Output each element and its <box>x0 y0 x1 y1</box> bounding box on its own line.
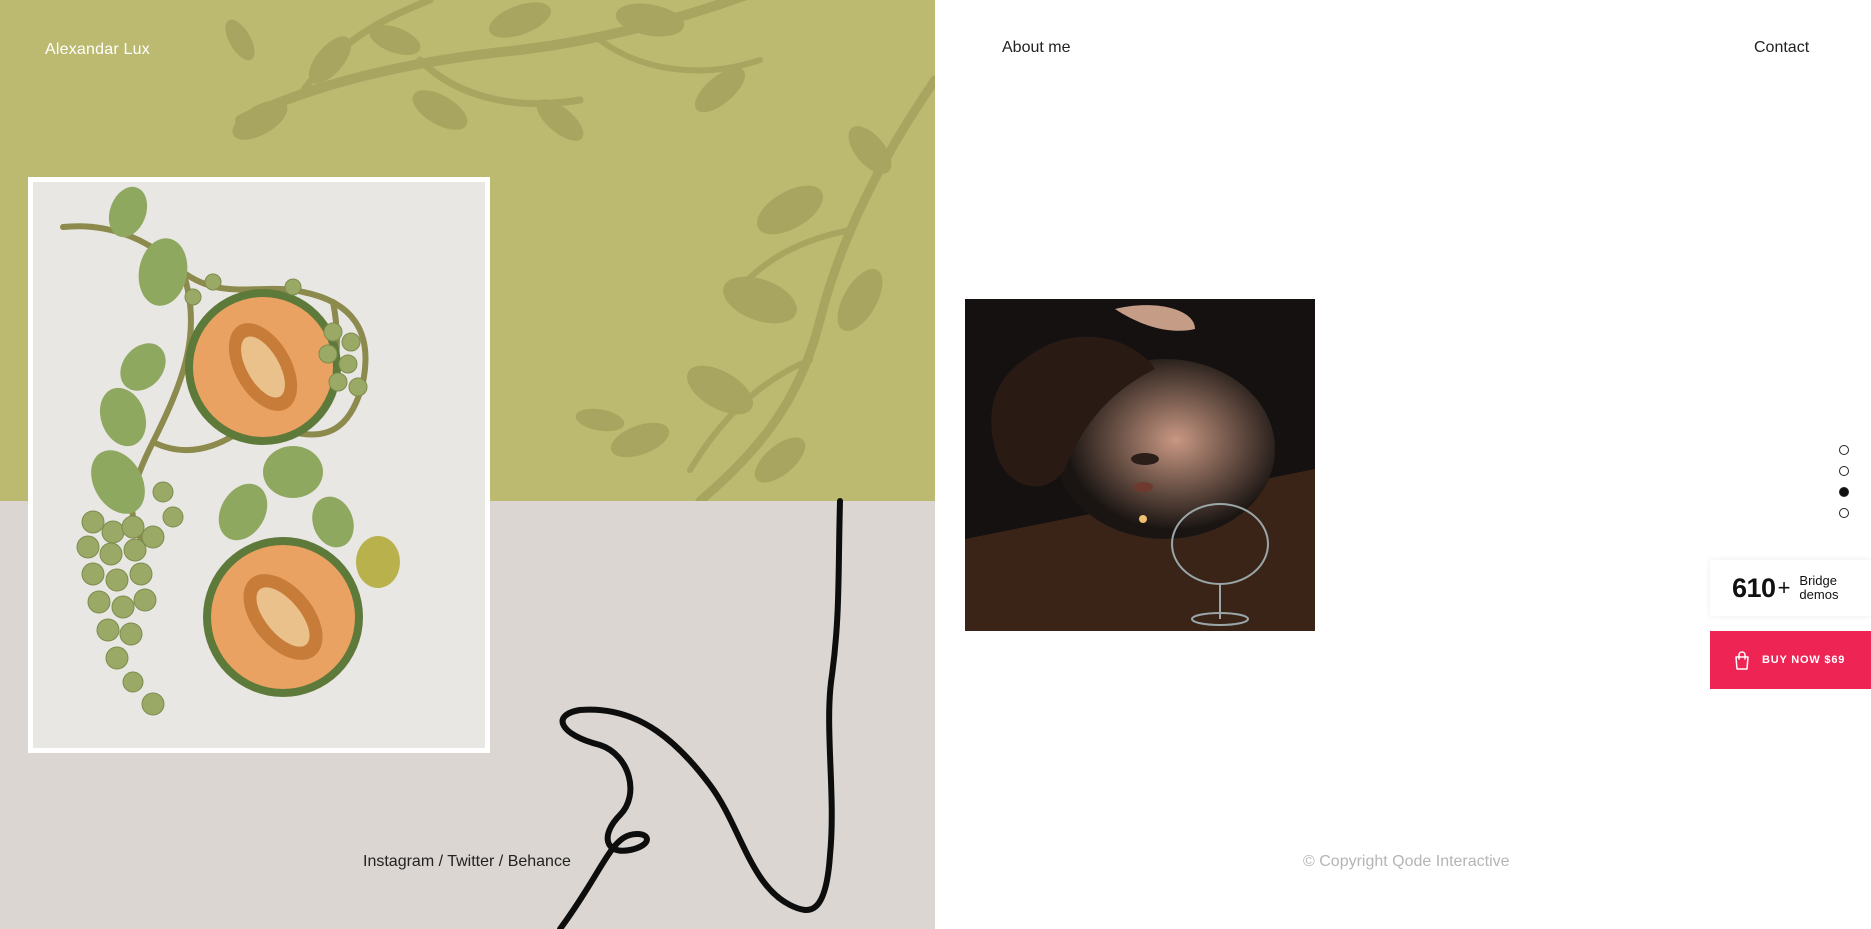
demos-plus: + <box>1777 575 1791 600</box>
demos-count: 610 <box>1732 572 1776 603</box>
social-separator: / <box>498 853 504 870</box>
nav-contact-link[interactable]: Contact <box>1754 39 1809 57</box>
buy-now-button[interactable]: BUY NOW $69 <box>1710 631 1871 689</box>
ink-scribble-decoration <box>557 498 843 929</box>
pagination-dot[interactable] <box>1839 508 1849 518</box>
instagram-link[interactable]: Instagram <box>363 853 434 870</box>
social-separator: / <box>438 853 444 870</box>
pagination-dot[interactable] <box>1839 445 1849 455</box>
nav-about-link[interactable]: About me <box>1002 39 1070 57</box>
featured-photo <box>28 177 490 753</box>
demos-counter-widget[interactable]: 610 + Bridge demos <box>1710 560 1871 616</box>
slider-pagination <box>1839 445 1851 529</box>
left-panel: Alexandar Lux Instagram / Twitter / Beha… <box>0 0 935 929</box>
pagination-dot[interactable] <box>1839 466 1849 476</box>
buy-now-label: BUY NOW $69 <box>1762 654 1846 666</box>
shopping-bag-icon <box>1735 650 1749 670</box>
copyright-text: © Copyright Qode Interactive <box>1303 853 1510 870</box>
site-logo[interactable]: Alexandar Lux <box>45 41 150 59</box>
portrait-photo <box>965 299 1315 631</box>
behance-link[interactable]: Behance <box>508 853 571 870</box>
twitter-link[interactable]: Twitter <box>447 853 494 870</box>
portrait-illustration <box>965 299 1315 631</box>
social-links: Instagram / Twitter / Behance <box>363 853 571 871</box>
melon-grapes-photo <box>33 182 485 748</box>
demos-label: Bridge demos <box>1799 573 1839 602</box>
pagination-dot-active[interactable] <box>1839 487 1849 497</box>
melon-grapes-illustration <box>33 182 485 748</box>
